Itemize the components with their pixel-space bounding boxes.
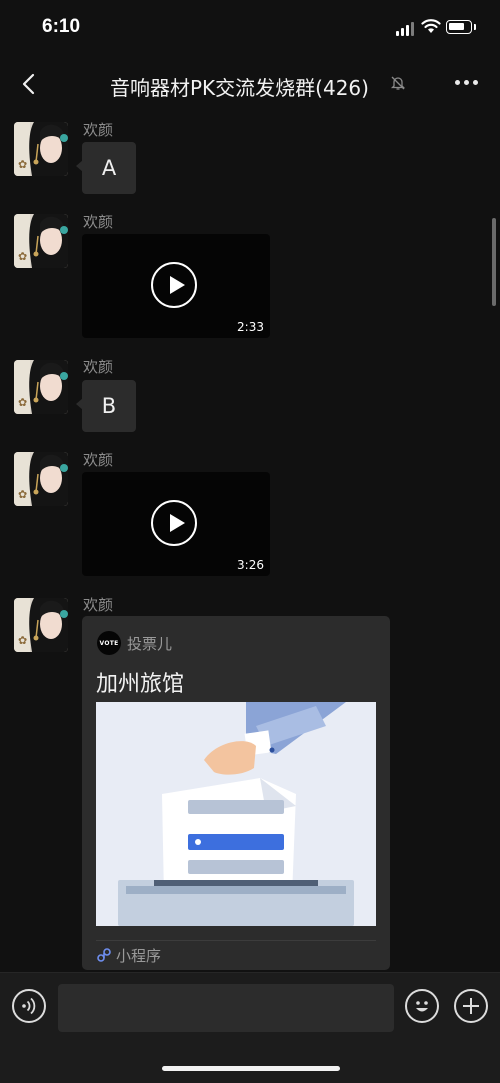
avatar[interactable]	[14, 598, 68, 652]
chat-title: 音响器材PK交流发烧群(426)	[110, 76, 369, 100]
card-title: 加州旅馆	[96, 672, 185, 697]
avatar[interactable]	[14, 122, 68, 176]
cellular-signal-icon	[396, 20, 416, 36]
more-dots-icon[interactable]	[455, 80, 479, 88]
message-input[interactable]	[58, 984, 394, 1032]
mini-program-app-name: 投票儿	[127, 635, 173, 653]
mute-bell-icon	[390, 75, 406, 95]
play-icon[interactable]	[151, 500, 197, 546]
play-icon[interactable]	[151, 262, 197, 308]
ballot-illustration	[96, 702, 376, 926]
emoji-icon[interactable]	[405, 989, 439, 1023]
sender-name: 欢颜	[83, 213, 114, 231]
video-message[interactable]: 2:33	[82, 234, 270, 338]
avatar[interactable]	[14, 214, 68, 268]
mini-program-link-icon	[96, 947, 112, 967]
sender-name: 欢颜	[83, 451, 114, 469]
sender-name: 欢颜	[83, 121, 114, 139]
plus-icon[interactable]	[454, 989, 488, 1023]
battery-icon	[446, 20, 472, 34]
text-message-bubble[interactable]: B	[82, 380, 136, 432]
scrollbar-thumb[interactable]	[492, 218, 496, 306]
sender-name: 欢颜	[83, 358, 114, 376]
video-duration: 2:33	[237, 320, 264, 334]
sender-name: 欢颜	[83, 596, 114, 614]
battery-tip	[474, 24, 476, 30]
mini-program-label: 小程序	[116, 947, 162, 965]
back-arrow-icon[interactable]	[18, 72, 42, 96]
vote-logo: VOTE	[97, 631, 121, 655]
video-message[interactable]: 3:26	[82, 472, 270, 576]
voice-icon[interactable]	[12, 989, 46, 1023]
wifi-icon	[421, 18, 441, 38]
card-divider	[96, 940, 376, 941]
video-duration: 3:26	[237, 558, 264, 572]
mini-program-card[interactable]: VOTE 投票儿 加州旅馆 小程序	[82, 616, 390, 970]
home-indicator[interactable]	[162, 1066, 340, 1071]
text-message-bubble[interactable]: A	[82, 142, 136, 194]
avatar[interactable]	[14, 360, 68, 414]
status-time: 6:10	[42, 16, 81, 37]
avatar[interactable]	[14, 452, 68, 506]
